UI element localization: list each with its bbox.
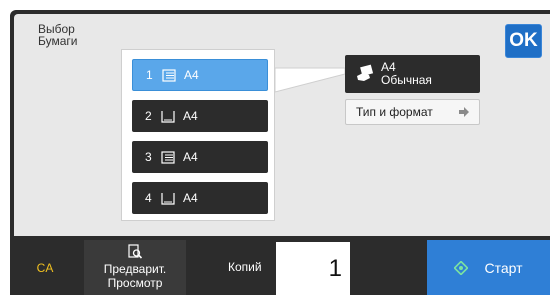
tray-empty-icon bbox=[161, 192, 175, 205]
start-label: Старт bbox=[484, 259, 523, 276]
copies-area: Копий 1 bbox=[210, 240, 350, 295]
tray-number: 2 bbox=[145, 109, 152, 123]
copies-input[interactable]: 1 bbox=[276, 242, 350, 295]
tray-number: 1 bbox=[146, 68, 153, 82]
paper-hand-icon bbox=[355, 64, 377, 84]
tray-number: 4 bbox=[145, 191, 152, 205]
tray-stack-icon bbox=[161, 150, 175, 164]
paper-select-panel: Выбор Бумаги OK 1 A4 2 A4 3 A4 4 A4 A4 О… bbox=[14, 14, 550, 236]
preview-label-line-1: Предварит. bbox=[103, 262, 167, 276]
preview-button[interactable]: Предварит. Просмотр bbox=[84, 240, 186, 295]
tray-size: A4 bbox=[184, 68, 199, 82]
tray-3[interactable]: 3 A4 bbox=[132, 141, 268, 173]
bottom-bar: CA Предварит. Просмотр Копий 1 Старт bbox=[10, 240, 550, 295]
preview-label-line-2: Просмотр bbox=[107, 276, 163, 290]
arrow-right-icon bbox=[457, 105, 471, 119]
tray-size: A4 bbox=[183, 150, 198, 164]
tray-list: 1 A4 2 A4 3 A4 4 A4 bbox=[121, 49, 275, 221]
ca-button[interactable]: CA bbox=[10, 240, 80, 295]
tray-connector-line bbox=[274, 67, 346, 93]
tray-2[interactable]: 2 A4 bbox=[132, 100, 268, 132]
paper-info-button[interactable]: A4 Обычная bbox=[345, 55, 480, 93]
copies-label: Копий bbox=[228, 260, 262, 274]
tray-empty-icon bbox=[161, 110, 175, 123]
paper-type-label: Обычная bbox=[381, 73, 432, 87]
tray-size: A4 bbox=[183, 109, 198, 123]
tray-4[interactable]: 4 A4 bbox=[132, 182, 268, 214]
tray-number: 3 bbox=[145, 150, 152, 164]
tray-stack-icon bbox=[162, 68, 176, 82]
tray-1[interactable]: 1 A4 bbox=[132, 59, 268, 91]
type-format-label: Тип и формат bbox=[356, 105, 433, 119]
tray-size: A4 bbox=[183, 191, 198, 205]
type-format-button[interactable]: Тип и формат bbox=[345, 99, 480, 125]
diamond-start-icon bbox=[453, 259, 470, 276]
start-button[interactable]: Старт bbox=[427, 240, 550, 295]
magnifier-doc-icon bbox=[127, 244, 143, 260]
